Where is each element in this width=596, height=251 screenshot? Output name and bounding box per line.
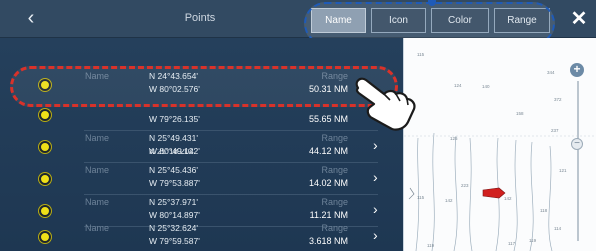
point-range: 44.12 NM	[308, 146, 348, 156]
vessel-icon	[482, 187, 506, 199]
point-longitude: W 79°53.887'	[149, 178, 200, 188]
point-range: 11.21 NM	[309, 210, 348, 220]
depth-sounding: 115	[417, 52, 425, 57]
point-latitude: N 25°37.971'	[149, 197, 198, 207]
depth-sounding: 158	[516, 111, 524, 116]
depth-sounding: 142	[445, 198, 453, 203]
depth-sounding: 372	[554, 97, 562, 102]
close-button[interactable]: ✕	[568, 9, 590, 31]
chevron-right-icon: ›	[373, 227, 378, 243]
depth-sounding: 140	[482, 84, 490, 89]
range-label: Range	[321, 223, 348, 233]
plus-icon: +	[573, 62, 581, 76]
point-row[interactable]: Name N 25°45.436' W 79°53.887' Range 14.…	[0, 162, 403, 196]
range-label: Range	[321, 197, 348, 207]
waypoint-icon	[39, 141, 51, 153]
back-button[interactable]: ‹	[20, 8, 42, 30]
chevron-right-icon: ›	[373, 201, 378, 217]
point-name: Name	[85, 197, 110, 207]
point-range: 14.02 NM	[308, 178, 348, 188]
depth-sounding: 118	[540, 208, 548, 213]
pointing-hand-icon	[355, 77, 416, 131]
depth-sounding: 115	[417, 195, 425, 200]
depth-sounding: 223	[461, 183, 469, 188]
depth-sounding: 344	[547, 70, 555, 75]
point-longitude: W 79°59.587'	[149, 236, 200, 246]
depth-sounding: 119	[427, 243, 435, 248]
point-name: Name	[85, 165, 110, 175]
chevron-right-icon: ›	[373, 169, 378, 185]
depth-sounding: 119	[529, 238, 537, 243]
depth-sounding: 237	[551, 128, 559, 133]
chart-panel[interactable]: 115 344 124 140 372 158 237 125 223 115 …	[403, 38, 596, 251]
zoom-slider[interactable]	[577, 81, 579, 241]
point-latitude: N 25°32.624'	[149, 223, 198, 233]
depth-sounding: 124	[454, 83, 462, 88]
depth-sounding: 121	[559, 168, 567, 173]
range-label: Range	[321, 165, 348, 175]
point-name: Name	[85, 133, 110, 143]
point-latitude: N 25°45.436'	[149, 165, 198, 175]
point-longitude: W 80°14.897'	[149, 210, 200, 220]
point-row[interactable]: Name N 25°32.624' W 79°59.587' Range 3.6…	[0, 220, 403, 251]
chevron-left-icon: ‹	[27, 7, 35, 29]
depth-sounding: 117	[508, 241, 516, 246]
point-range: 3.618 NM	[308, 236, 348, 246]
depth-contours	[404, 132, 596, 251]
chevron-right-icon: ›	[373, 137, 378, 153]
point-row[interactable]: Name N 25°49.431' W 80°49.122' Range 44.…	[0, 130, 403, 164]
point-latitude: N 25°49.431'	[149, 133, 198, 143]
zoom-in-button[interactable]: +	[570, 63, 584, 77]
point-longitude: W 80°49.122'	[149, 146, 200, 156]
depth-sounding: 114	[554, 226, 562, 231]
point-range: 55.65 NM	[308, 114, 348, 124]
close-icon: ✕	[570, 8, 588, 30]
waypoint-icon	[39, 173, 51, 185]
waypoint-icon	[39, 109, 51, 121]
minus-icon: −	[574, 138, 580, 149]
page-title: Points	[184, 12, 216, 24]
zoom-out-button[interactable]: −	[571, 138, 583, 150]
range-label: Range	[321, 133, 348, 143]
depth-sounding: 125	[450, 136, 458, 141]
point-longitude: W 79°26.135'	[149, 114, 200, 124]
waypoint-icon	[39, 231, 51, 243]
point-name: Name	[85, 223, 110, 233]
selected-row-callout	[10, 66, 398, 107]
points-screen: ‹ Points Name Icon Color Range ✕ Name N …	[0, 0, 596, 251]
waypoint-icon	[39, 205, 51, 217]
